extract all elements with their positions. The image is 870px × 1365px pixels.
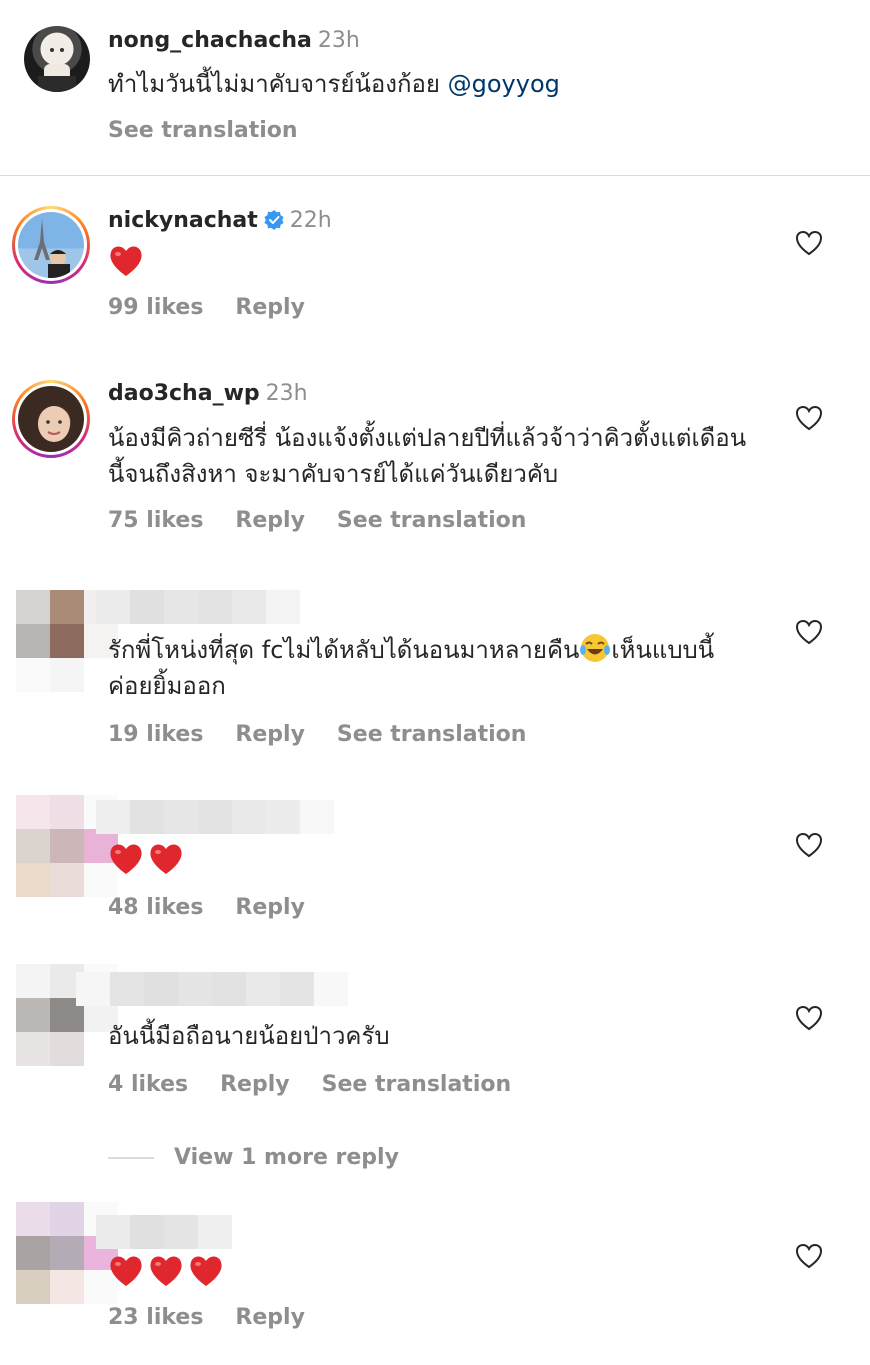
likes-count[interactable]: 19 likes (108, 722, 203, 747)
likes-count[interactable]: 75 likes (108, 508, 203, 533)
avatar[interactable] (12, 380, 90, 458)
tears-of-joy-emoji (580, 634, 611, 662)
likes-count[interactable]: 23 likes (108, 1305, 203, 1330)
comment-text-part: รักพี่โหน่งที่สุด fcไม่ได้หลับได้นอนมาหล… (108, 636, 580, 664)
avatar-figure-icon (38, 40, 76, 92)
comment-actions: 48 likes Reply (108, 893, 337, 923)
heart-outline-icon[interactable] (795, 1005, 823, 1031)
divider (0, 175, 870, 176)
see-translation-button[interactable]: See translation (337, 722, 527, 747)
comment-actions: 4 likes Reply See translation (108, 1070, 543, 1100)
comment-text: ทำไมวันนี้ไม่มาคับจารย์น้องก้อย @goyyog (108, 66, 788, 102)
red-heart-emoji (150, 844, 182, 874)
see-translation-button[interactable]: See translation (337, 508, 527, 533)
likes-count[interactable]: 48 likes (108, 895, 203, 920)
timestamp: 23h (265, 381, 308, 406)
avatar[interactable] (12, 206, 90, 284)
reply-button[interactable]: Reply (220, 1072, 290, 1097)
divider (108, 1157, 154, 1159)
comment-text-main: ทำไมวันนี้ไม่มาคับจารย์น้องก้อย (108, 70, 440, 98)
avatar-face-icon (38, 406, 70, 442)
comment-actions: 23 likes Reply (108, 1303, 337, 1333)
reply-button[interactable]: Reply (235, 1305, 305, 1330)
comment-actions: See translation (108, 116, 330, 146)
comment-text (108, 242, 788, 278)
verified-badge-icon (264, 210, 284, 230)
blurred-username (96, 800, 334, 834)
comment-text: น้องมีคิวถ่ายซีรี่ น้องแจ้งตั้งแต่ปลายปี… (108, 424, 747, 488)
blurred-username (96, 590, 300, 624)
red-heart-emoji (110, 246, 142, 276)
heart-outline-icon[interactable] (795, 230, 823, 256)
reply-button[interactable]: Reply (235, 295, 305, 320)
red-heart-emoji (110, 844, 142, 874)
timestamp: 22h (289, 208, 332, 233)
mention-link[interactable]: @goyyog (448, 70, 560, 98)
comment-actions: 19 likes Reply See translation (108, 720, 558, 750)
heart-outline-icon[interactable] (795, 1243, 823, 1269)
red-heart-emoji (190, 1256, 222, 1286)
heart-outline-icon[interactable] (795, 405, 823, 431)
username[interactable]: nong_chachacha (108, 28, 312, 53)
comment-text (108, 1252, 788, 1288)
likes-count[interactable]: 99 likes (108, 295, 203, 320)
red-heart-emoji (110, 1256, 142, 1286)
heart-outline-icon[interactable] (795, 619, 823, 645)
comment-text: อันนี้มือถือนายน้อยป่าวครับ (108, 1022, 390, 1050)
view-more-label: View 1 more reply (174, 1145, 399, 1170)
username[interactable]: dao3cha_wp (108, 381, 260, 406)
avatar-eiffel-icon (34, 218, 70, 278)
reply-button[interactable]: Reply (235, 722, 305, 747)
see-translation-button[interactable]: See translation (108, 118, 298, 143)
comment-text (108, 840, 788, 876)
comment-header: nong_chachacha 23h (108, 26, 360, 56)
comment-actions: 75 likes Reply See translation (108, 506, 558, 536)
heart-outline-icon[interactable] (795, 832, 823, 858)
likes-count[interactable]: 4 likes (108, 1072, 188, 1097)
comment-header: nickynachat 22h (108, 206, 332, 236)
blurred-username (76, 972, 348, 1006)
view-more-replies-button[interactable]: View 1 more reply (108, 1143, 399, 1173)
comment-text: รักพี่โหน่งที่สุด fcไม่ได้หลับได้นอนมาหล… (108, 632, 758, 704)
blurred-username (96, 1215, 232, 1249)
reply-button[interactable]: Reply (235, 508, 305, 533)
comment-header: dao3cha_wp 23h (108, 379, 308, 409)
timestamp: 23h (317, 28, 360, 53)
red-heart-emoji (150, 1256, 182, 1286)
avatar[interactable] (24, 26, 90, 92)
comment-actions: 99 likes Reply (108, 293, 337, 323)
username[interactable]: nickynachat (108, 208, 258, 233)
reply-button[interactable]: Reply (235, 895, 305, 920)
see-translation-button[interactable]: See translation (322, 1072, 512, 1097)
